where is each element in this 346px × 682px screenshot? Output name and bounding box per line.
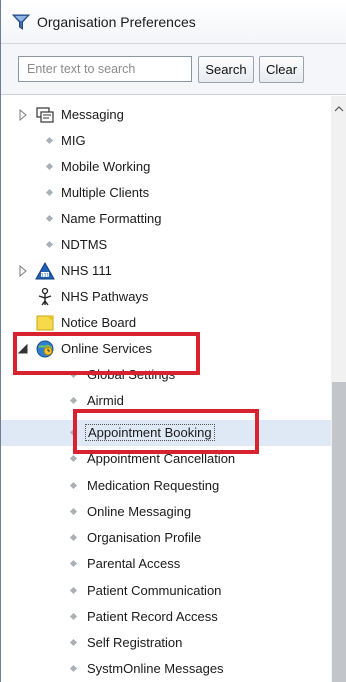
clear-button[interactable]: Clear <box>259 56 304 83</box>
tree-item-nhs-111[interactable]: 111 NHS 111 <box>1 258 331 284</box>
tree-item-label: Global Settings <box>87 367 176 382</box>
tree-item-label: Online Messaging <box>87 504 192 519</box>
tree-item-systmonline-messages[interactable]: SystmOnline Messages <box>1 656 331 682</box>
tree-item-label: Appointment Booking <box>85 424 215 441</box>
window-title: Organisation Preferences <box>37 14 196 30</box>
scroll-up-arrow-icon[interactable] <box>334 104 344 114</box>
bullet-icon <box>69 507 78 516</box>
bullet-icon <box>45 214 54 223</box>
tree-item-messaging[interactable]: Messaging <box>1 102 331 128</box>
tree-item-label: NHS Pathways <box>61 289 149 304</box>
bullet-icon <box>69 428 78 437</box>
tree-item-appointment-booking[interactable]: Appointment Booking <box>1 420 331 446</box>
messaging-icon <box>36 107 54 123</box>
tree-item-label: Appointment Cancellation <box>87 451 236 466</box>
svg-text:111: 111 <box>41 273 50 279</box>
tree-item-label: Medication Requesting <box>87 478 220 493</box>
organisation-preferences-window: Organisation Preferences Search Clear Me… <box>0 0 346 682</box>
tree-item-label: Organisation Profile <box>87 530 202 545</box>
collapse-arrow-icon[interactable] <box>17 343 29 355</box>
tree-item-notice-board[interactable]: Notice Board <box>1 310 331 336</box>
tree-item-label: MIG <box>61 133 86 148</box>
search-bar: Search Clear <box>1 44 346 95</box>
tree-item-label: NDTMS <box>61 237 108 252</box>
tree-item-organisation-profile[interactable]: Organisation Profile <box>1 525 331 551</box>
expand-arrow-icon[interactable] <box>17 265 29 277</box>
tree-item-label: Patient Communication <box>87 583 222 598</box>
tree-item-parental-access[interactable]: Parental Access <box>1 551 331 577</box>
tree-item-appointment-cancellation[interactable]: Appointment Cancellation <box>1 446 331 472</box>
scrollbar-thumb[interactable] <box>332 382 346 682</box>
tree-item-patient-record-access[interactable]: Patient Record Access <box>1 604 331 630</box>
tree-item-label: SystmOnline Messages <box>87 661 224 676</box>
tree-item-label: Self Registration <box>87 635 183 650</box>
tree-item-mig[interactable]: MIG <box>1 128 331 154</box>
bullet-icon <box>45 240 54 249</box>
tree-item-label: Name Formatting <box>61 211 162 226</box>
bullet-icon <box>69 454 78 463</box>
filter-funnel-icon <box>11 14 31 30</box>
bullet-icon <box>45 162 54 171</box>
tree-item-label: Parental Access <box>87 556 181 571</box>
nhs111-icon: 111 <box>35 261 55 280</box>
bullet-icon <box>45 188 54 197</box>
bullet-icon <box>69 664 78 673</box>
title-bar: Organisation Preferences <box>1 0 346 44</box>
tree-item-label: Messaging <box>61 107 124 122</box>
search-button[interactable]: Search <box>198 56 254 83</box>
bullet-icon <box>69 370 78 379</box>
tree-item-multiple-clients[interactable]: Multiple Clients <box>1 180 331 206</box>
tree-item-mobile-working[interactable]: Mobile Working <box>1 154 331 180</box>
bullet-icon <box>69 481 78 490</box>
tree-item-self-registration[interactable]: Self Registration <box>1 630 331 656</box>
preferences-tree: Messaging MIG Mobile Working Multiple Cl… <box>1 96 331 682</box>
bullet-icon <box>69 638 78 647</box>
vertical-scrollbar[interactable] <box>331 96 346 682</box>
tree-item-label: Online Services <box>61 341 153 356</box>
search-input[interactable] <box>18 56 192 82</box>
notice-board-icon <box>36 315 54 331</box>
nhs-pathways-icon <box>38 287 52 306</box>
tree-item-label: Multiple Clients <box>61 185 150 200</box>
bullet-icon <box>69 396 78 405</box>
tree-item-patient-communication[interactable]: Patient Communication <box>1 578 331 604</box>
tree-item-label: Mobile Working <box>61 159 151 174</box>
tree-item-nhs-pathways[interactable]: NHS Pathways <box>1 284 331 310</box>
tree-item-label: Notice Board <box>61 315 137 330</box>
tree-item-online-services[interactable]: Online Services <box>1 336 331 362</box>
tree-item-medication-requesting[interactable]: Medication Requesting <box>1 473 331 499</box>
bullet-icon <box>69 612 78 621</box>
tree-item-airmid[interactable]: Airmid <box>1 388 331 414</box>
tree-item-global-settings[interactable]: Global Settings <box>1 362 331 388</box>
bullet-icon <box>45 136 54 145</box>
online-services-icon <box>36 340 54 358</box>
tree-item-label: Patient Record Access <box>87 609 218 624</box>
tree-item-label: Airmid <box>87 393 124 408</box>
tree-item-label: NHS 111 <box>61 263 112 278</box>
tree-item-name-formatting[interactable]: Name Formatting <box>1 206 331 232</box>
bullet-icon <box>69 586 78 595</box>
bullet-icon <box>69 533 78 542</box>
tree-item-ndtms[interactable]: NDTMS <box>1 232 331 258</box>
expand-arrow-icon[interactable] <box>17 109 29 121</box>
bullet-icon <box>69 559 78 568</box>
tree-item-online-messaging[interactable]: Online Messaging <box>1 499 331 525</box>
